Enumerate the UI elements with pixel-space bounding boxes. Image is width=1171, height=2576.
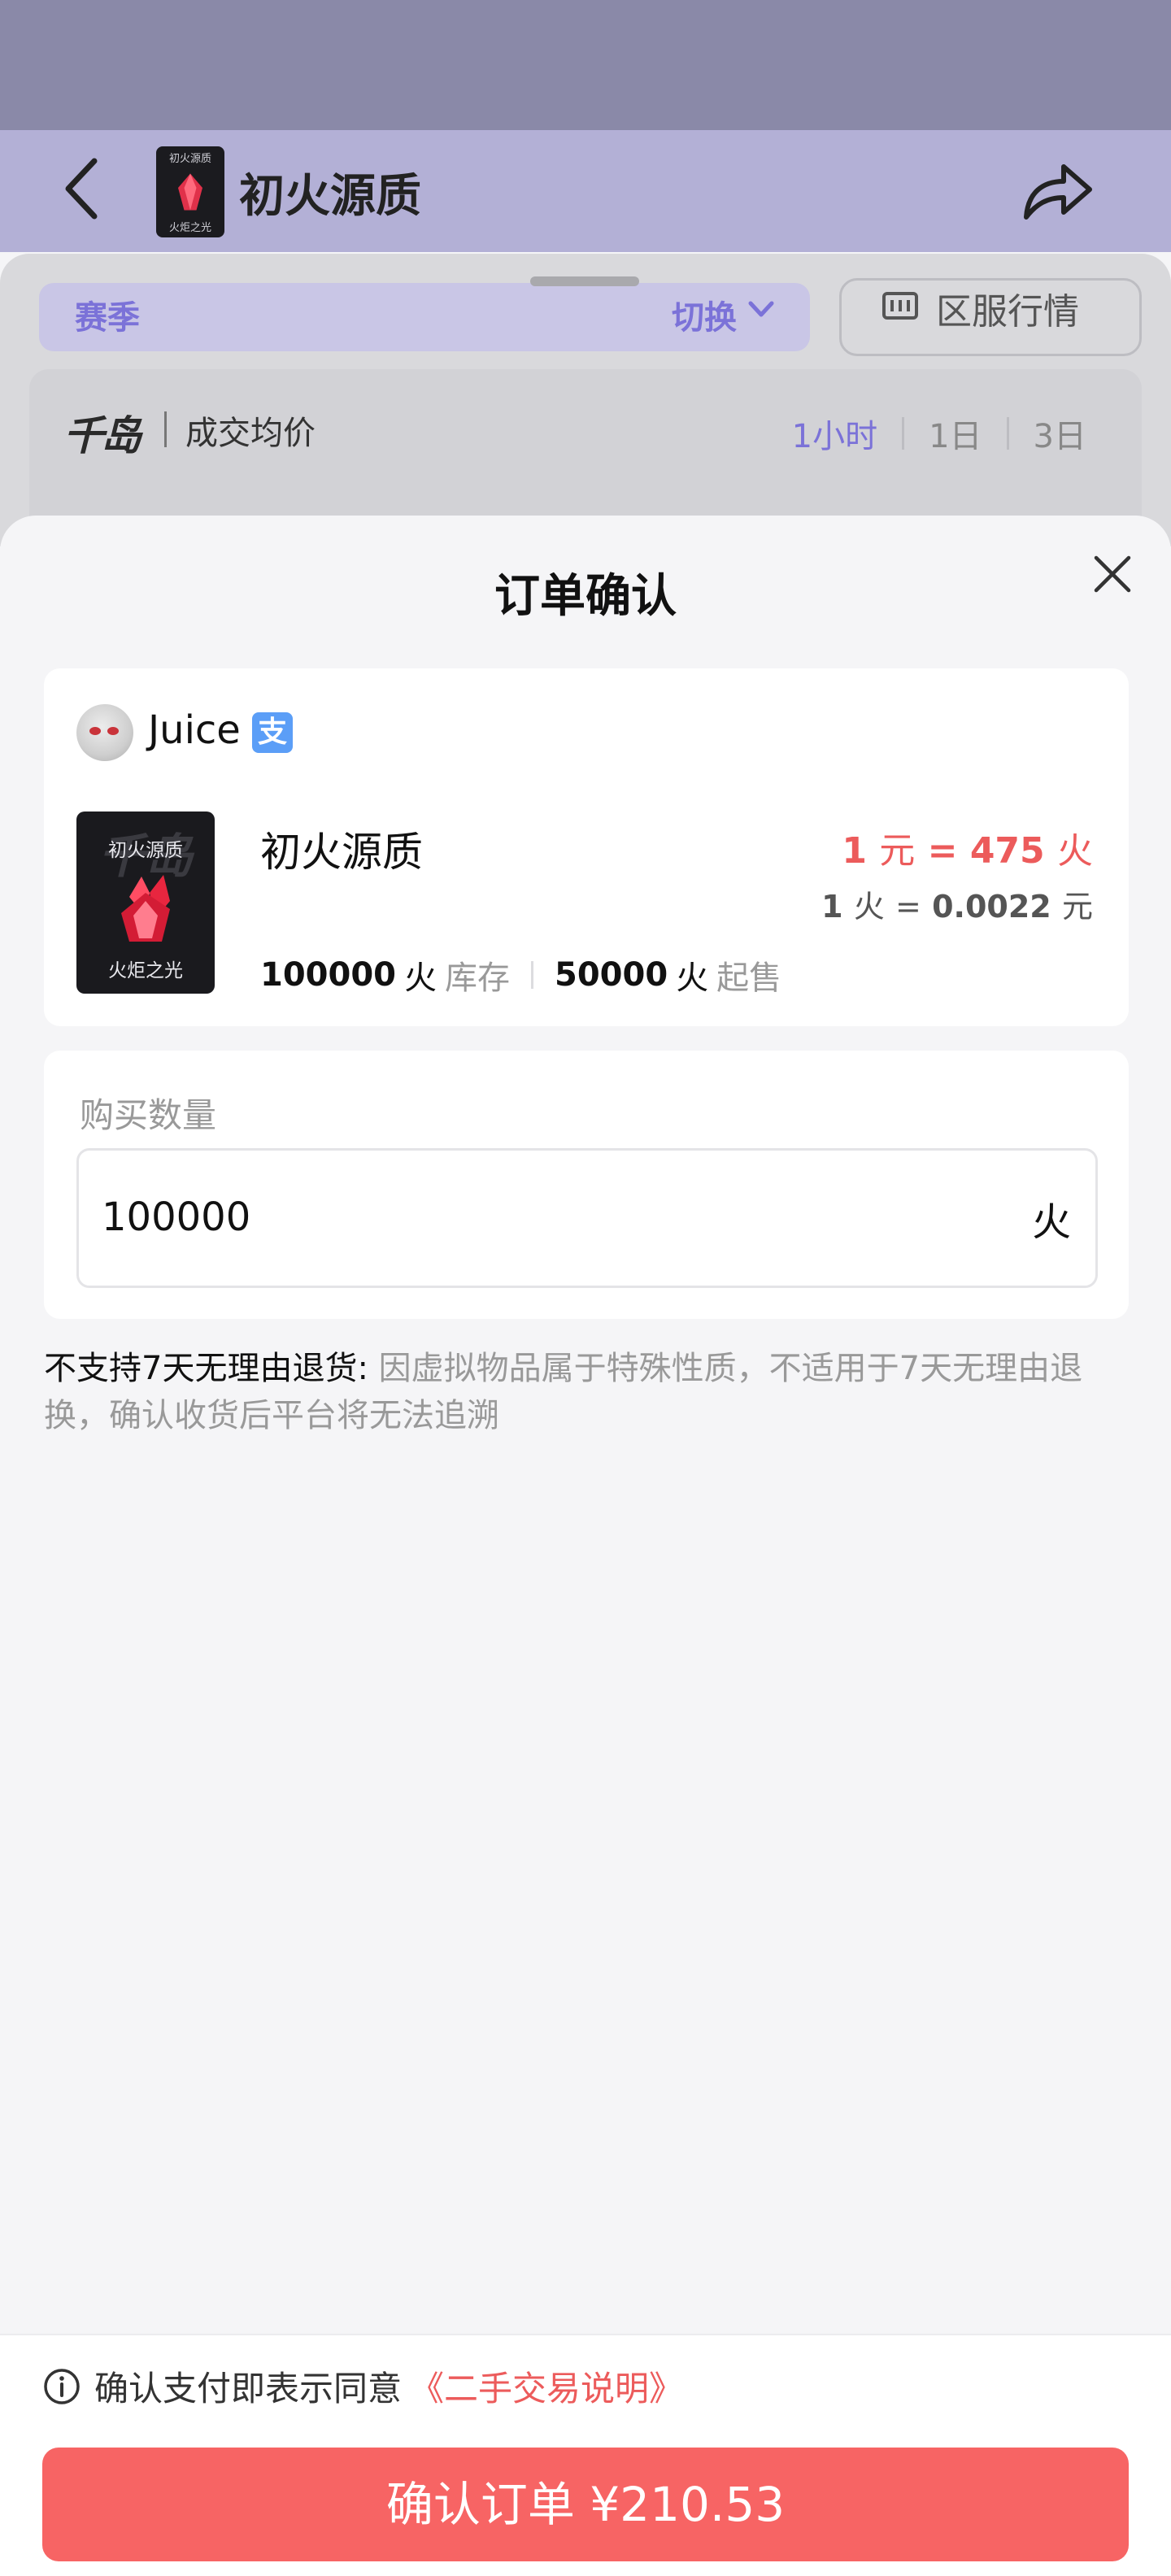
avg-price-label: 成交均价 xyxy=(185,415,316,452)
close-icon xyxy=(1094,555,1131,593)
quantity-label: 购买数量 xyxy=(80,1095,217,1135)
avatar-detail xyxy=(89,727,101,735)
status-bar xyxy=(0,0,1171,130)
item-thumbnail: 千岛 初火源质 火炬之光 xyxy=(76,812,215,994)
agreement-link[interactable]: 《二手交易说明》 xyxy=(410,2361,683,2411)
share-button[interactable] xyxy=(1018,154,1096,228)
header-item-thumbnail: 初火源质 火炬之光 xyxy=(156,146,224,237)
avatar-detail xyxy=(107,727,119,735)
info-icon xyxy=(44,2368,80,2404)
tab-1h[interactable]: 1小时 xyxy=(792,410,877,457)
rate-equals: = xyxy=(927,830,958,872)
item-name: 初火源质 xyxy=(260,829,423,876)
rate-value: 475 xyxy=(969,830,1045,872)
rate-unit: 元 xyxy=(879,830,916,872)
chevron-down-icon xyxy=(748,301,774,317)
stock-info: 100000 火 库存 50000 火 起售 xyxy=(260,951,781,999)
stock-unit: 火 xyxy=(404,959,437,997)
rate-number: 1 xyxy=(821,889,843,925)
stock-number: 100000 xyxy=(260,956,396,994)
share-arrow-icon xyxy=(1024,164,1092,220)
region-market-button[interactable]: 区服行情 xyxy=(839,278,1142,356)
market-panel: 赛季 切换 区服行情 千岛 成交均价 1小时 1日 3日 xyxy=(0,254,1171,546)
back-button[interactable] xyxy=(49,156,114,221)
avatar xyxy=(76,704,133,761)
min-purchase-number: 50000 xyxy=(555,956,668,994)
server-icon xyxy=(882,292,918,320)
time-range-tabs: 1小时 1日 3日 xyxy=(792,410,1086,457)
switch-label[interactable]: 切换 xyxy=(672,291,737,338)
season-selector[interactable]: 赛季 切换 xyxy=(39,283,810,351)
season-label: 赛季 xyxy=(75,299,140,337)
thumb-top-text: 初火源质 xyxy=(108,840,183,861)
seller-name: Juice xyxy=(148,707,241,753)
checkout-footer: 确认支付即表示同意 《二手交易说明》 确认订单 ¥210.53 xyxy=(0,2334,1171,2576)
rate-unit: 火 xyxy=(853,889,885,925)
tab-3d[interactable]: 3日 xyxy=(1034,410,1086,457)
region-label: 区服行情 xyxy=(936,291,1079,333)
agreement-text: 确认支付即表示同意 xyxy=(94,2369,403,2408)
thumb-top-text: 初火源质 xyxy=(168,153,211,165)
rate-number: 1 xyxy=(842,830,867,872)
seller-item-card: Juice 支 千岛 初火源质 火炬之光 初火源质 1 元 = 475 火 1 … xyxy=(44,668,1129,1026)
tab-1d[interactable]: 1日 xyxy=(929,410,982,457)
page-header: 初火源质 火炬之光 初火源质 xyxy=(0,130,1171,252)
divider xyxy=(1006,417,1009,450)
exchange-rate-primary: 1 元 = 475 火 xyxy=(842,821,1093,873)
rate-equals: = xyxy=(895,889,921,925)
sheet-title: 订单确认 xyxy=(494,570,677,623)
rate-unit: 火 xyxy=(1057,830,1093,872)
crystal-icon xyxy=(178,173,202,211)
rate-unit: 元 xyxy=(1061,889,1093,925)
divider xyxy=(164,411,167,447)
quantity-card: 购买数量 100000 火 xyxy=(44,1051,1129,1319)
divider xyxy=(902,417,905,450)
alipay-badge-icon: 支 xyxy=(252,712,293,753)
exchange-rate-secondary: 1 火 = 0.0022 元 xyxy=(821,881,1093,926)
drag-handle[interactable] xyxy=(530,276,639,286)
order-confirm-sheet: 订单确认 Juice 支 千岛 初火源质 火炬之光 初火源质 1 元 = 475… xyxy=(0,516,1171,2576)
thumb-bottom-text: 火炬之光 xyxy=(168,222,211,234)
quantity-value[interactable]: 100000 xyxy=(102,1194,250,1240)
quantity-input[interactable]: 100000 火 xyxy=(76,1148,1098,1288)
confirm-order-button[interactable]: 确认订单 ¥210.53 xyxy=(42,2448,1129,2561)
divider xyxy=(531,961,533,989)
notice-strong: 不支持7天无理由退货: xyxy=(44,1350,368,1387)
stock-label: 库存 xyxy=(445,959,510,997)
page-title: 初火源质 xyxy=(239,170,421,223)
agreement-row: 确认支付即表示同意 《二手交易说明》 xyxy=(42,2361,683,2411)
refund-notice: 不支持7天无理由退货: 因虚拟物品属于特殊性质，不适用于7天无理由退换，确认收货… xyxy=(44,1345,1129,1439)
thumb-bottom-text: 火炬之光 xyxy=(108,960,183,981)
rate-value: 0.0022 xyxy=(932,889,1051,925)
close-button[interactable] xyxy=(1086,548,1138,600)
min-purchase-unit: 火 xyxy=(676,959,709,997)
min-purchase-label: 起售 xyxy=(716,959,782,997)
crystal-icon xyxy=(121,875,170,942)
chevron-left-icon xyxy=(65,158,98,220)
quantity-unit: 火 xyxy=(1031,1199,1071,1245)
qiandao-logo: 千岛 xyxy=(63,412,141,459)
